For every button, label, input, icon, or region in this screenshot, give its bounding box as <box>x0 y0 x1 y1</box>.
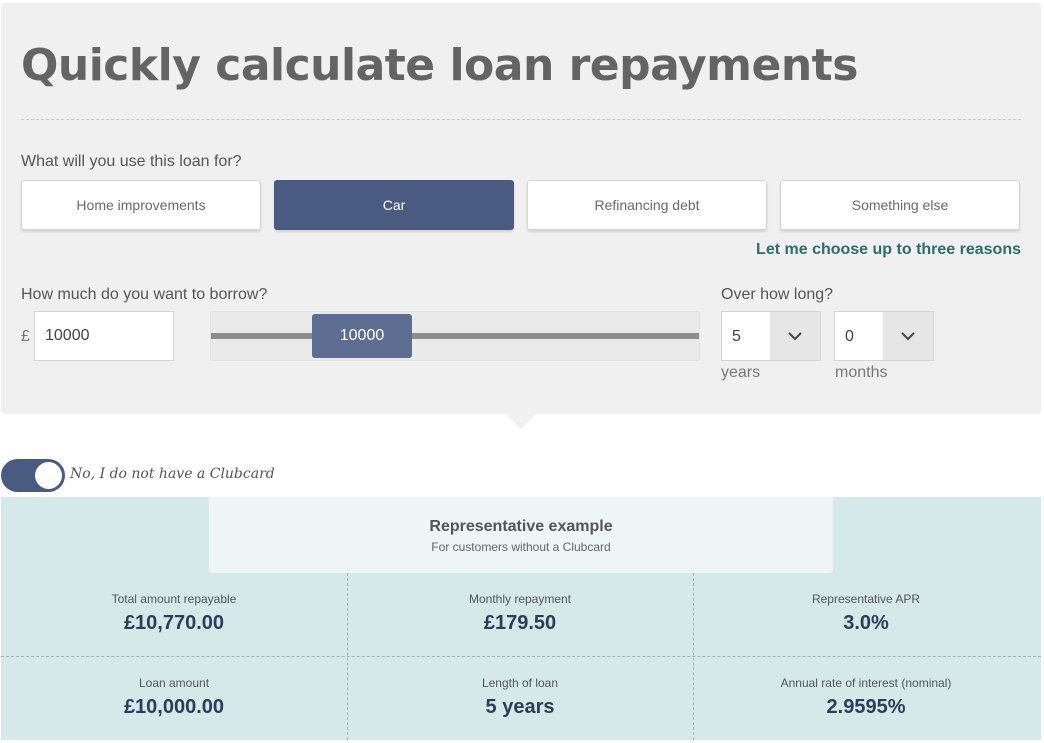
choose-three-reasons-link[interactable]: Let me choose up to three reasons <box>756 241 1021 259</box>
years-label: years <box>721 364 761 381</box>
chevron-down-icon[interactable] <box>883 312 933 360</box>
reason-home-improvements-button[interactable]: Home improvements <box>21 180 261 230</box>
interest-rate-stat: Annual rate of interest (nominal) 2.9595… <box>693 676 1039 719</box>
results-divider <box>1 656 1041 657</box>
months-value: 0 <box>845 328 854 345</box>
reason-something-else-button[interactable]: Something else <box>780 180 1020 230</box>
stat-label: Monthly repayment <box>468 592 572 606</box>
toggle-knob <box>35 462 62 489</box>
stat-value: 3.0% <box>843 612 889 634</box>
currency-symbol: £ <box>21 328 30 345</box>
years-value: 5 <box>732 328 741 345</box>
slider-track[interactable] <box>211 333 699 339</box>
borrow-amount-question: How much do you want to borrow? <box>21 286 268 303</box>
stat-value: £179.50 <box>483 612 557 634</box>
loan-amount-stat: Loan amount £10,000.00 <box>1 676 347 719</box>
representative-apr-stat: Representative APR 3.0% <box>693 592 1039 635</box>
stat-label: Length of loan <box>481 676 559 690</box>
borrow-amount-input[interactable] <box>34 311 174 361</box>
representative-title: Representative example <box>429 518 613 535</box>
months-label: months <box>835 364 888 381</box>
loan-length-stat: Length of loan 5 years <box>347 676 693 719</box>
representative-subtitle: For customers without a Clubcard <box>431 540 611 554</box>
title-divider <box>21 119 1021 120</box>
slider-handle[interactable]: 10000 <box>312 314 412 358</box>
stat-label: Loan amount <box>138 676 210 690</box>
monthly-repayment-stat: Monthly repayment £179.50 <box>347 592 693 635</box>
months-select[interactable]: 0 <box>834 311 934 361</box>
stat-value: £10,770.00 <box>123 612 225 634</box>
page-title: Quickly calculate loan repayments <box>21 40 858 91</box>
representative-example-box: Representative example For customers wit… <box>209 497 833 573</box>
stat-label: Representative APR <box>811 592 921 606</box>
reason-refinancing-debt-button[interactable]: Refinancing debt <box>527 180 767 230</box>
borrow-amount-slider[interactable]: 10000 <box>210 311 700 361</box>
total-repayable-stat: Total amount repayable £10,770.00 <box>1 592 347 635</box>
stat-label: Annual rate of interest (nominal) <box>780 676 952 690</box>
years-select[interactable]: 5 <box>721 311 821 361</box>
stat-value: 2.9595% <box>826 696 906 718</box>
clubcard-toggle[interactable] <box>1 459 65 492</box>
stat-label: Total amount repayable <box>111 592 237 606</box>
panel-pointer <box>506 414 536 429</box>
loan-term-question: Over how long? <box>721 286 834 303</box>
chevron-down-icon[interactable] <box>770 312 820 360</box>
stat-value: £10,000.00 <box>123 696 225 718</box>
stat-value: 5 years <box>485 696 555 718</box>
reason-car-button[interactable]: Car <box>274 180 514 230</box>
clubcard-toggle-label: No, I do not have a Clubcard <box>70 466 275 482</box>
loan-purpose-question: What will you use this loan for? <box>21 153 242 170</box>
